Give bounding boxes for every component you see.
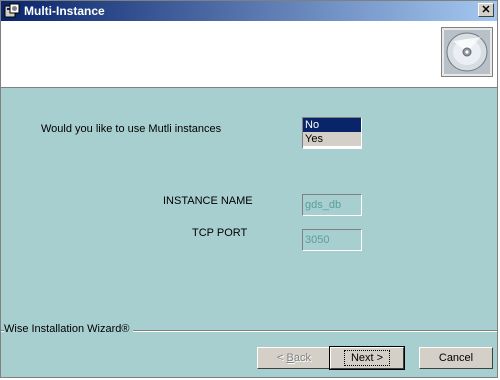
option-no[interactable]: No [303,118,361,132]
tcp-port-label: TCP PORT [192,227,248,239]
footer-divider: Wise Installation Wizard® [1,323,497,335]
close-button[interactable]: ✕ [478,3,494,17]
tcp-port-field[interactable]: 3050 [302,229,362,251]
close-icon: ✕ [481,3,491,16]
cancel-button[interactable]: Cancel [419,347,493,369]
header-banner [1,21,497,88]
multi-instance-listbox[interactable]: No Yes [302,117,362,149]
back-button[interactable]: < Back [257,347,331,369]
next-button[interactable]: Next > [329,346,405,370]
installer-app-icon [4,3,20,18]
title-bar[interactable]: Multi-Instance ✕ [1,1,497,21]
instance-name-field[interactable]: gds_db [302,194,362,216]
installer-window: Multi-Instance ✕ Would you like to use M… [0,0,498,378]
wise-brand-label: Wise Installation Wizard® [4,323,134,335]
cd-disc-icon [441,27,493,77]
multi-instance-prompt: Would you like to use Mutli instances [41,123,222,135]
window-title: Multi-Instance [24,4,105,18]
option-yes[interactable]: Yes [303,132,361,146]
instance-name-label: INSTANCE NAME [163,195,253,207]
